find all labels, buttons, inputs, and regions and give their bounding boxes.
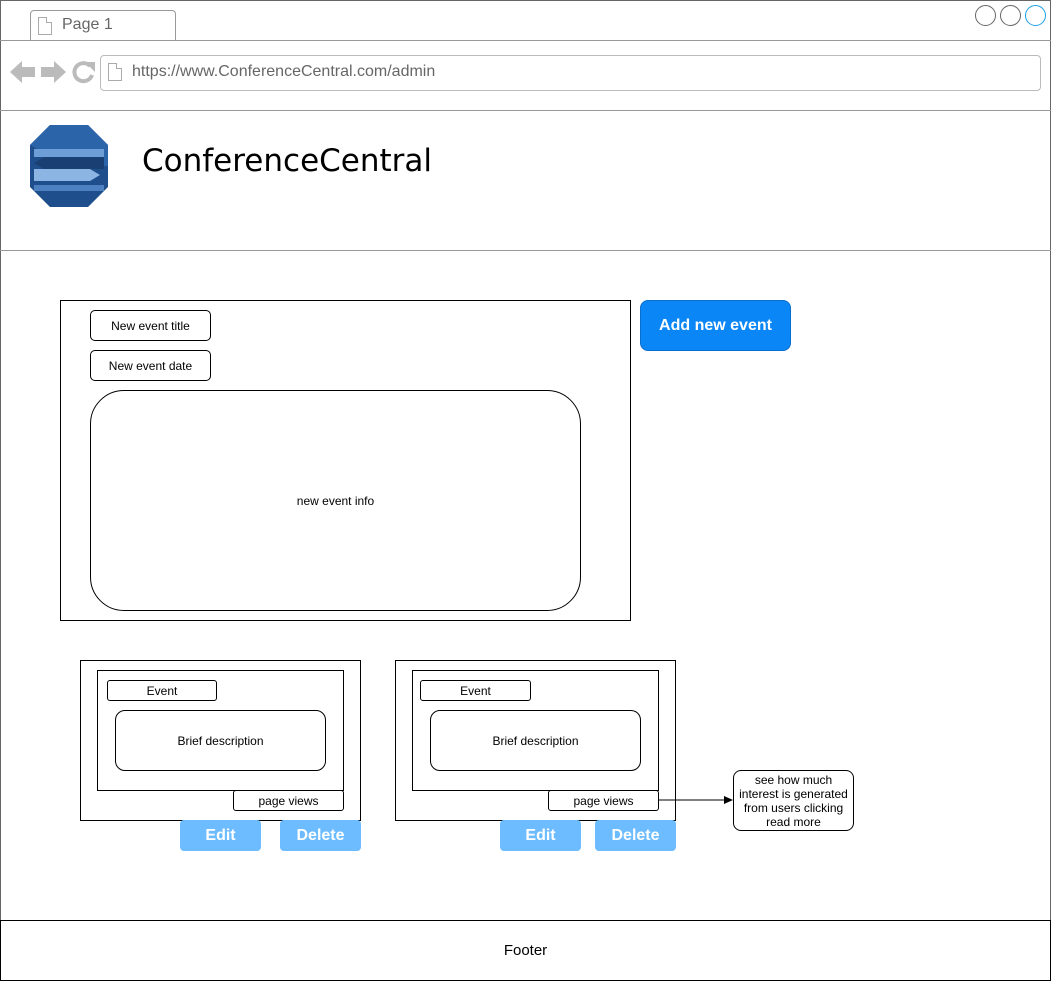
event-label[interactable]: Event [420,680,531,701]
reload-icon[interactable] [70,59,96,89]
delete-button[interactable]: Delete [280,820,361,851]
document-icon [38,17,52,35]
url-text: https://www.ConferenceCentral.com/admin [132,63,436,80]
tab-label: Page 1 [62,16,113,33]
page-views-label: page views [233,790,344,811]
addressbar-divider [0,110,1051,111]
forward-arrow-icon[interactable] [40,59,66,89]
event-label[interactable]: Event [107,680,217,701]
new-event-title-input[interactable]: New event title [90,310,211,341]
event-description: Brief description [115,710,326,771]
page-views-annotation: see how much interest is generated from … [733,770,854,831]
site-title: ConferenceCentral [142,143,433,179]
window-circle-icon[interactable] [975,5,996,26]
tabbar-divider [0,40,1051,41]
event-description: Brief description [430,710,641,771]
site-logo[interactable] [30,125,108,207]
window-circle-icon[interactable] [1025,5,1046,26]
window-circle-icon[interactable] [1000,5,1021,26]
header-divider [0,250,1051,251]
new-event-date-input[interactable]: New event date [90,350,211,381]
annotation-arrow [658,796,733,804]
edit-button[interactable]: Edit [180,820,261,851]
add-new-event-button[interactable]: Add new event [640,300,791,351]
delete-button[interactable]: Delete [595,820,676,851]
new-event-info-textarea[interactable]: new event info [90,390,581,611]
footer: Footer [0,920,1051,981]
back-arrow-icon[interactable] [10,59,36,89]
edit-button[interactable]: Edit [500,820,581,851]
document-icon [108,63,122,81]
page-views-label: page views [548,790,659,811]
